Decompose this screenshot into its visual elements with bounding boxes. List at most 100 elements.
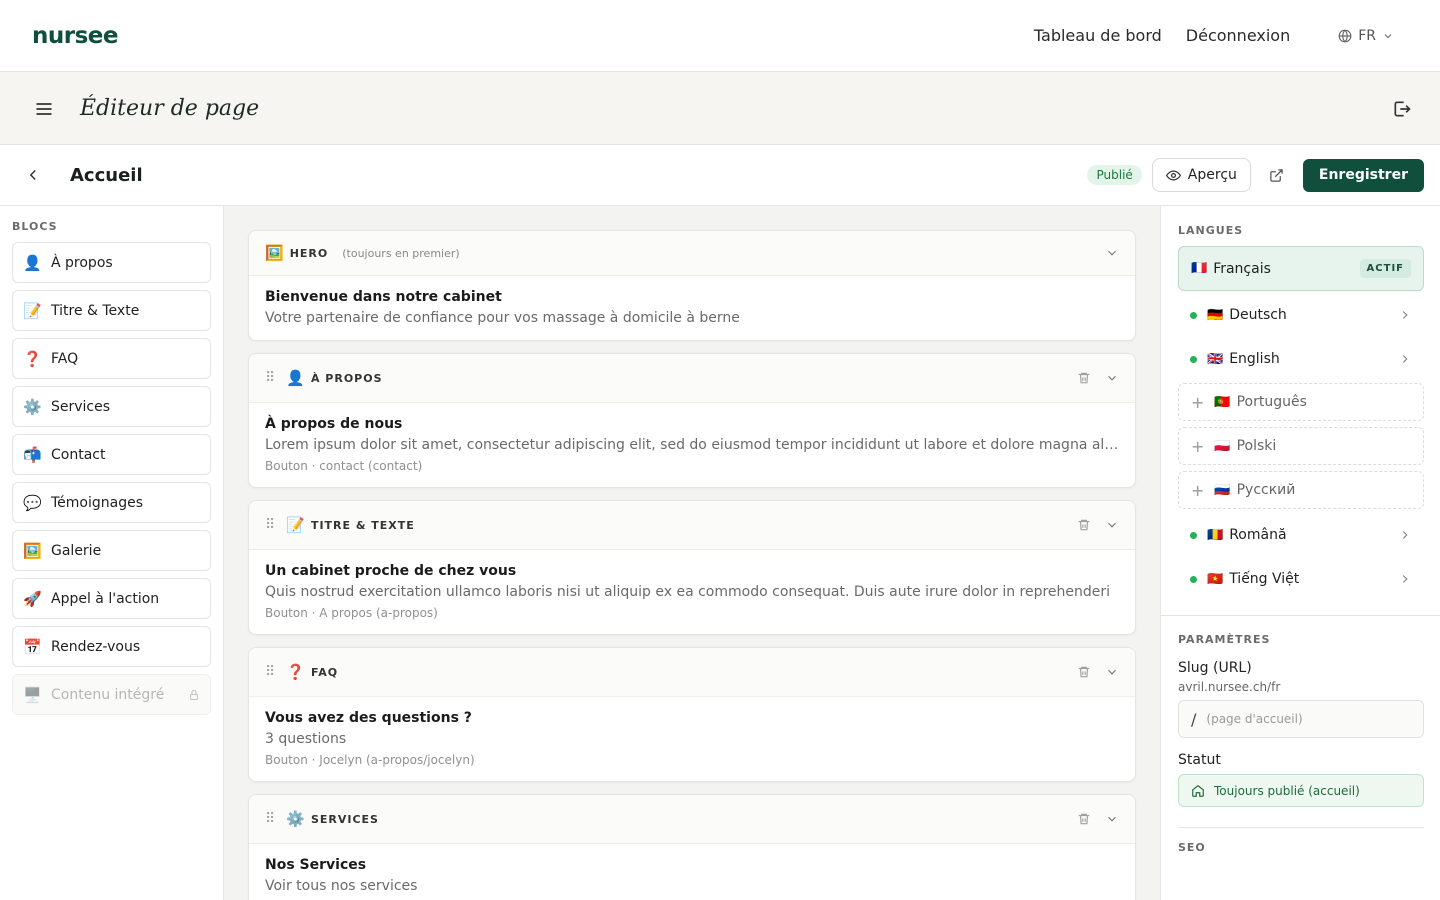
- chevron-down-icon[interactable]: [1105, 371, 1119, 385]
- language-item-romana[interactable]: 🇷🇴 Română: [1178, 515, 1424, 555]
- language-item-[interactable]: + 🇷🇺 Русский: [1178, 471, 1424, 509]
- chevron-down-icon: [1384, 33, 1392, 38]
- block-card-titre-texte[interactable]: ⠿ 📝 TITRE & TEXTE Un cabinet proche de chez…: [248, 500, 1136, 635]
- card-header[interactable]: ⠿ 👤 À PROPOS: [249, 354, 1135, 403]
- block-card-faq[interactable]: ⠿ ❓ FAQ Vous avez des questions ? 3 question…: [248, 647, 1136, 782]
- block-item-galerie[interactable]: 🖼️ Galerie: [12, 530, 211, 571]
- trash-icon[interactable]: [1077, 371, 1091, 385]
- card-subtitle: Voir tous nos services: [265, 878, 418, 894]
- chevron-down-icon[interactable]: [1105, 518, 1119, 532]
- block-card-list: 🖼️ HERO (toujours en premier) Bienvenue dan…: [248, 230, 1136, 900]
- slug-input[interactable]: / (page d'accueil): [1178, 700, 1424, 738]
- preview-button[interactable]: Aperçu: [1151, 158, 1251, 192]
- logo[interactable]: nursee: [32, 23, 118, 49]
- block-item-contact[interactable]: 📬 Contact: [12, 434, 211, 475]
- chevron-down-icon[interactable]: [1105, 812, 1119, 826]
- trash-icon[interactable]: [1077, 812, 1091, 826]
- language-picker[interactable]: FR: [1326, 28, 1408, 44]
- exit-icon[interactable]: [1392, 99, 1412, 119]
- editor-title: Éditeur de page: [80, 96, 260, 121]
- blocks-sidebar: BLOCS 👤 À propos 📝 Titre & Texte ❓ FAQ ⚙️ Servi…: [0, 206, 224, 900]
- block-type-icon: 👤: [286, 369, 305, 387]
- language-item-english[interactable]: 🇬🇧 English: [1178, 339, 1424, 379]
- block-type-icon: 📝: [286, 516, 305, 534]
- block-label: Services: [51, 398, 111, 415]
- block-card-a-propos[interactable]: ⠿ 👤 À PROPOS À propos de nous Lorem ipsum do…: [248, 353, 1136, 488]
- back-arrow-icon[interactable]: [24, 166, 42, 184]
- status-dot: [1190, 311, 1197, 319]
- card-subtitle: Lorem ipsum dolor sit amet, consectetur …: [265, 437, 1119, 453]
- card-body: Vous avez des questions ? 3 questions Bout…: [249, 697, 1135, 781]
- drag-handle-icon[interactable]: ⠿: [265, 517, 275, 533]
- flag-icon: 🇵🇹: [1214, 394, 1231, 410]
- status-dot: [1190, 531, 1197, 539]
- card-header[interactable]: ⠿ ❓ FAQ: [249, 648, 1135, 697]
- flag-icon: 🇻🇳: [1207, 571, 1224, 587]
- drag-handle-icon[interactable]: ⠿: [265, 664, 275, 680]
- block-card-services[interactable]: ⠿ ⚙️ SERVICES Nos Services Voir tous nos ser…: [248, 794, 1136, 900]
- language-item-deutsch[interactable]: 🇩🇪 Deutsch: [1178, 295, 1424, 335]
- block-label: Galerie: [51, 542, 102, 559]
- top-nav-links: Tableau de bord Déconnexion FR: [1034, 26, 1408, 45]
- drag-handle-icon[interactable]: ⠿: [265, 811, 275, 827]
- card-title: Nos Services: [265, 857, 367, 873]
- globe-icon: [1338, 29, 1352, 42]
- card-header[interactable]: ⠿ 📝 TITRE & TEXTE: [249, 501, 1135, 550]
- block-type-label: À PROPOS: [310, 371, 383, 385]
- save-button[interactable]: Enregistrer: [1302, 158, 1424, 192]
- trash-icon[interactable]: [1077, 518, 1091, 532]
- chevron-right-icon: [1402, 355, 1408, 363]
- statut-value: Toujours publié (accueil): [1214, 783, 1360, 798]
- card-header[interactable]: ⠿ ⚙️ SERVICES: [249, 795, 1135, 844]
- block-list: 👤 À propos 📝 Titre & Texte ❓ FAQ ⚙️ Services 📬 Co…: [12, 242, 211, 715]
- trash-icon[interactable]: [1077, 665, 1091, 679]
- status-dot: [1190, 355, 1197, 363]
- language-label: Português: [1236, 394, 1307, 410]
- eye-icon: [1165, 169, 1181, 181]
- block-type-label: TITRE & TEXTE: [310, 518, 415, 532]
- drag-handle-icon[interactable]: ⠿: [265, 370, 275, 386]
- language-item-tieng-viet[interactable]: 🇻🇳 Tiếng Việt: [1178, 559, 1424, 599]
- divider: [1161, 615, 1440, 616]
- dashboard-link[interactable]: Tableau de bord: [1034, 26, 1162, 45]
- language-list: 🇩🇪 Deutsch 🇬🇧 English + 🇵🇹 Português + 🇵🇱 Polski +…: [1178, 295, 1424, 599]
- block-item-faq[interactable]: ❓ FAQ: [12, 338, 211, 379]
- block-card-hero[interactable]: 🖼️ HERO (toujours en premier) Bienvenue dan…: [248, 230, 1136, 341]
- card-title: Un cabinet proche de chez vous: [265, 563, 517, 579]
- open-external-button[interactable]: [1261, 158, 1293, 192]
- language-code: FR: [1358, 27, 1376, 44]
- block-item-titre-texte[interactable]: 📝 Titre & Texte: [12, 290, 211, 331]
- block-label: Contact: [51, 446, 106, 463]
- block-item-temoignages[interactable]: 💬 Témoignages: [12, 482, 211, 523]
- preview-label: Aperçu: [1187, 167, 1237, 183]
- block-item-a-propos[interactable]: 👤 À propos: [12, 242, 211, 283]
- card-actions: [1077, 665, 1119, 679]
- card-actions: [1077, 518, 1119, 532]
- card-body: À propos de nous Lorem ipsum dolor sit am…: [249, 403, 1135, 487]
- flag-icon: 🇬🇧: [1207, 351, 1224, 367]
- block-item-appel-a-l-action[interactable]: 🚀 Appel à l'action: [12, 578, 211, 619]
- flag-icon: 🇩🇪: [1207, 307, 1224, 323]
- block-type-note: (toujours en premier): [342, 246, 460, 260]
- block-item-services[interactable]: ⚙️ Services: [12, 386, 211, 427]
- logout-link[interactable]: Déconnexion: [1186, 26, 1290, 45]
- page-actions: Publié Aperçu Enregistrer: [1087, 158, 1424, 192]
- plus-icon: +: [1191, 392, 1205, 412]
- language-item-active[interactable]: 🇫🇷 Français ACTIF: [1178, 246, 1424, 291]
- block-emoji-icon: 💬: [23, 493, 42, 512]
- statut-indicator: Toujours publié (accueil): [1178, 774, 1424, 807]
- slug-domain: avril.nursee.ch/fr: [1178, 680, 1281, 694]
- status-dot: [1190, 575, 1197, 583]
- block-label: Appel à l'action: [51, 590, 160, 607]
- block-item-rendez-vous[interactable]: 📅 Rendez-vous: [12, 626, 211, 667]
- card-header[interactable]: 🖼️ HERO (toujours en premier): [249, 231, 1135, 276]
- language-item-portugues[interactable]: + 🇵🇹 Português: [1178, 383, 1424, 421]
- language-item-polski[interactable]: + 🇵🇱 Polski: [1178, 427, 1424, 465]
- menu-icon[interactable]: [34, 99, 54, 119]
- block-type-label: SERVICES: [310, 812, 379, 826]
- chevron-down-icon[interactable]: [1105, 665, 1119, 679]
- chevron-right-icon: [1402, 531, 1408, 539]
- external-link-icon: [1270, 168, 1284, 182]
- chevron-down-icon[interactable]: [1105, 246, 1119, 260]
- language-label: Tiếng Việt: [1229, 571, 1300, 587]
